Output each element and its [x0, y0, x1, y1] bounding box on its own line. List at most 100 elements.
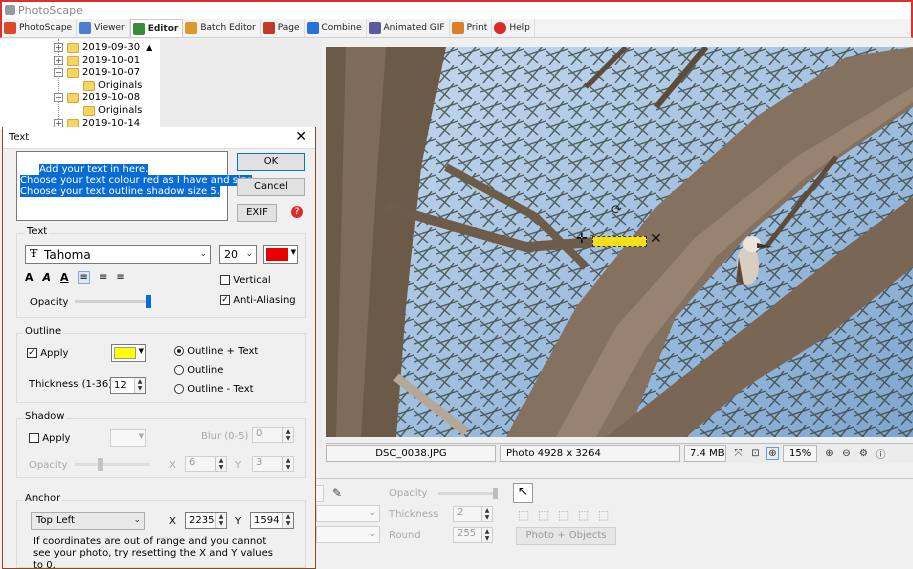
- tab-batch-editor[interactable]: Batch Editor: [183, 19, 261, 37]
- tab-animated-gif[interactable]: Animated GIF: [367, 19, 450, 37]
- tab-editor[interactable]: Editor: [129, 19, 184, 37]
- shadow-x-stepper[interactable]: 6 ▲ ▼: [185, 456, 227, 472]
- radio-button: [174, 384, 184, 394]
- radio-outline-plus-text[interactable]: Outline + Text: [174, 346, 258, 357]
- delete-object-icon[interactable]: ✕: [650, 231, 662, 247]
- zoom-in-icon[interactable]: ⊕: [823, 447, 836, 460]
- text-color-picker[interactable]: ▼: [263, 245, 298, 264]
- align-right-icon[interactable]: ≡: [116, 272, 124, 283]
- folder-icon: [67, 67, 79, 78]
- collapse-icon[interactable]: −: [54, 68, 63, 77]
- align-left-icon[interactable]: ≡: [77, 271, 90, 284]
- text-input-content: Add your text in here. Choose your text …: [20, 164, 253, 197]
- info-icon[interactable]: ⓘ: [874, 447, 887, 461]
- shadow-apply-checkbox[interactable]: Apply: [29, 433, 70, 444]
- tab-combine[interactable]: Combine: [305, 19, 367, 37]
- outline-color-picker[interactable]: ▼: [111, 344, 146, 362]
- tab-page[interactable]: Page: [261, 19, 305, 37]
- text-input[interactable]: Add your text in here. Choose your text …: [16, 151, 253, 221]
- shadow-color-picker[interactable]: ▼: [110, 429, 146, 447]
- bold-icon[interactable]: A: [25, 271, 34, 284]
- opacity-label: Opacity: [389, 488, 428, 499]
- eyedropper-icon[interactable]: ✎: [332, 486, 342, 500]
- underline-icon[interactable]: A: [60, 271, 69, 284]
- help-icon[interactable]: ?: [291, 206, 303, 218]
- expand-icon[interactable]: +: [54, 43, 63, 52]
- fit-icon[interactable]: ⤧: [732, 447, 745, 460]
- tab-viewer[interactable]: Viewer: [77, 19, 130, 37]
- object-tool-icon[interactable]: ⬚: [558, 508, 569, 522]
- settings-icon[interactable]: ⚙: [857, 447, 870, 460]
- object-tool-icon[interactable]: ⬚: [578, 508, 589, 522]
- select-arrow-icon[interactable]: ↖: [513, 483, 533, 503]
- help-icon: [494, 22, 507, 34]
- folder-icon: [67, 92, 79, 103]
- chevron-down-icon: ⌄: [199, 249, 207, 259]
- radio-outline-minus-text[interactable]: Outline - Text: [174, 384, 254, 395]
- anchor-note: If coordinates are out of range and you …: [33, 536, 273, 569]
- tree-item[interactable]: Originals: [83, 104, 142, 117]
- batch-editor-icon: [185, 22, 198, 34]
- font-select[interactable]: Ŧ Tahoma ⌄: [25, 245, 211, 264]
- vertical-checkbox[interactable]: Vertical: [220, 275, 271, 286]
- line-style-dropdown[interactable]: ⌄: [316, 505, 380, 522]
- radio-outline[interactable]: Outline: [174, 365, 223, 376]
- text-opacity-slider[interactable]: [75, 295, 151, 308]
- ok-button[interactable]: OK: [237, 153, 305, 171]
- animated-gif-icon: [368, 22, 381, 34]
- opacity-slider[interactable]: [438, 488, 498, 499]
- close-icon[interactable]: ✕: [295, 129, 307, 145]
- font-size-select[interactable]: 20 ⌄: [219, 245, 257, 264]
- align-center-icon[interactable]: ≡: [99, 272, 107, 283]
- zoom-actual-icon[interactable]: ⊕: [766, 447, 779, 460]
- anchor-y-stepper[interactable]: 1594 ▲ ▼: [250, 512, 294, 529]
- object-tool-icon[interactable]: ⬚: [518, 508, 529, 522]
- tree-item[interactable]: −2019-10-07: [54, 66, 140, 79]
- slider-thumb[interactable]: [146, 295, 151, 308]
- move-handle-icon[interactable]: ✛: [576, 231, 588, 247]
- chevron-down-icon: ⌄: [245, 249, 253, 259]
- font-type-icon: Ŧ: [30, 247, 38, 260]
- tree-item[interactable]: +2019-09-30 ▲: [54, 41, 152, 54]
- anchor-x-stepper[interactable]: 2235 ▲ ▼: [185, 512, 227, 529]
- text-object[interactable]: [592, 236, 647, 247]
- tree-item[interactable]: −2019-10-08: [54, 91, 140, 104]
- shadow-blur-stepper[interactable]: 0 ▲ ▼: [252, 427, 294, 443]
- zoom-out-icon[interactable]: ⊖: [840, 447, 853, 460]
- object-tool-icon[interactable]: ⬚: [538, 508, 549, 522]
- shadow-y-stepper[interactable]: 3 ▲ ▼: [252, 456, 294, 472]
- combine-icon: [306, 22, 319, 34]
- checkbox-box: [220, 275, 230, 285]
- dropdown-arrow-icon: ▼: [290, 248, 296, 256]
- exif-button[interactable]: EXIF: [237, 204, 277, 222]
- outline-thickness-stepper[interactable]: 12 ▲ ▼: [110, 377, 146, 394]
- shadow-opacity-slider[interactable]: [75, 458, 150, 471]
- tab-photoscape[interactable]: PhotoScape: [2, 19, 78, 37]
- expand-icon[interactable]: +: [54, 56, 63, 65]
- line-end-dropdown[interactable]: ⌄: [316, 526, 380, 543]
- collapse-icon[interactable]: −: [54, 93, 63, 102]
- outline-color-swatch: [114, 347, 136, 359]
- slider-thumb[interactable]: [98, 458, 103, 471]
- shadow-opacity-label: Opacity: [29, 460, 68, 471]
- round-stepper[interactable]: 255 ▲ ▼: [453, 527, 493, 543]
- outline-apply-checkbox[interactable]: ✓ Apply: [27, 348, 68, 359]
- photo-canvas[interactable]: ⟳ ✛ ✕: [326, 47, 913, 437]
- zoom-fit-icon[interactable]: ⊡: [749, 447, 762, 460]
- photo-objects-button[interactable]: Photo + Objects: [516, 527, 616, 545]
- object-tool-icon[interactable]: ⬚: [598, 508, 609, 522]
- folder-icon: [83, 105, 95, 116]
- thickness-stepper[interactable]: 2 ▲ ▼: [453, 506, 493, 522]
- rotate-handle-icon[interactable]: ⟳: [611, 203, 622, 218]
- antialiasing-checkbox[interactable]: ✓ Anti-Aliasing: [220, 295, 296, 306]
- tab-print[interactable]: Print: [450, 19, 493, 37]
- editor-icon: [132, 22, 145, 35]
- anchor-x-label: X: [169, 516, 176, 527]
- italic-icon[interactable]: A: [43, 271, 52, 284]
- tab-help[interactable]: Help: [492, 19, 535, 37]
- text-group-label: Text: [25, 226, 50, 237]
- cancel-button[interactable]: Cancel: [237, 178, 305, 196]
- scroll-up-icon[interactable]: ▲: [146, 43, 152, 52]
- anchor-select[interactable]: Top Left ⌄: [31, 512, 145, 530]
- status-dimensions: Photo 4928 x 3264: [500, 445, 680, 462]
